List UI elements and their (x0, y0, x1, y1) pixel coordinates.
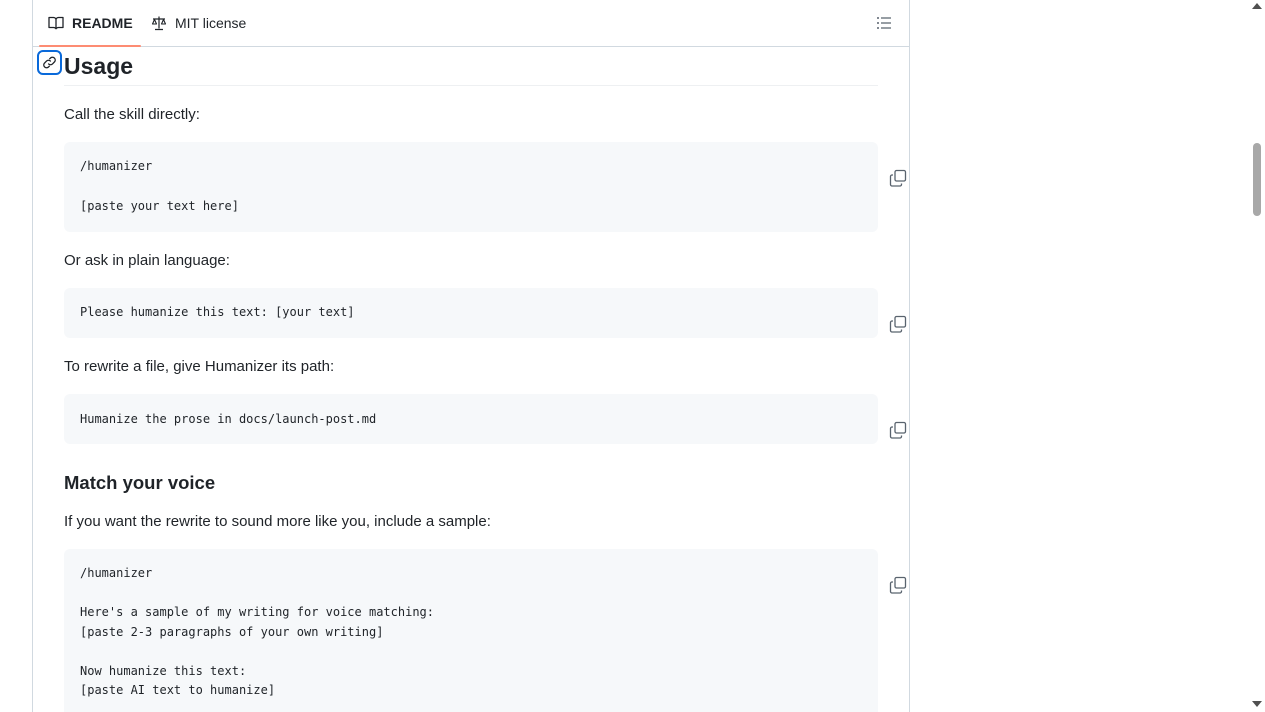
scroll-up-arrow[interactable] (1252, 3, 1262, 9)
copy-icon (890, 169, 907, 187)
copy-icon (890, 421, 907, 439)
copy-icon (890, 576, 907, 594)
usage-intro-text: Call the skill directly: (64, 106, 200, 123)
code-line: Please humanize this text: [your text] (80, 305, 355, 319)
tab-license-label: MIT license (175, 15, 247, 31)
code-block-plain: Please humanize this text: [your text] (64, 288, 907, 338)
list-unordered-icon (877, 17, 891, 29)
tab-readme-label: README (72, 15, 133, 31)
usage-anchor-link[interactable] (37, 50, 62, 75)
book-icon (48, 16, 64, 30)
copy-button[interactable] (846, 562, 907, 594)
vertical-scrollbar[interactable] (1248, 0, 1265, 712)
readme-panel: README MIT license Usage Call the skill … (32, 0, 910, 712)
code-block-humanizer: /humanizer [paste your text here] (64, 142, 907, 232)
code-block-file: Humanize the prose in docs/launch-post.m… (64, 394, 907, 444)
code-line: Humanize the prose in docs/launch-post.m… (80, 412, 377, 426)
scrollbar-thumb[interactable] (1253, 143, 1261, 216)
outline-button[interactable] (875, 14, 893, 32)
code-line: Now humanize this text: (80, 664, 247, 678)
readme-tabbar: README MIT license (33, 0, 909, 47)
copy-button[interactable] (846, 155, 907, 187)
code-line: [paste AI text to humanize] (80, 683, 276, 697)
code-line: [paste your text here] (80, 199, 239, 213)
plain-language-text: Or ask in plain language: (64, 252, 230, 269)
file-rewrite-text: To rewrite a file, give Humanizer its pa… (64, 358, 335, 375)
voice-intro-text: If you want the rewrite to sound more li… (64, 513, 491, 530)
code-line: /humanizer (80, 159, 153, 173)
match-voice-heading: Match your voice (64, 472, 216, 493)
scroll-down-arrow[interactable] (1252, 701, 1262, 707)
copy-button[interactable] (846, 301, 907, 333)
tab-license[interactable]: MIT license (151, 0, 246, 46)
link-icon (43, 56, 56, 69)
copy-button[interactable] (846, 407, 907, 439)
code-line: Here's a sample of my writing for voice … (80, 605, 435, 619)
usage-heading: Usage (64, 53, 134, 79)
tab-active-indicator (39, 45, 141, 47)
code-line: [paste 2-3 paragraphs of your own writin… (80, 625, 384, 639)
code-line: /humanizer (80, 566, 153, 580)
tab-readme[interactable]: README (39, 0, 141, 47)
code-block-voice: /humanizer Here's a sample of my writing… (64, 549, 907, 712)
law-icon (151, 16, 167, 31)
copy-icon (890, 315, 907, 333)
heading-divider (64, 85, 878, 86)
